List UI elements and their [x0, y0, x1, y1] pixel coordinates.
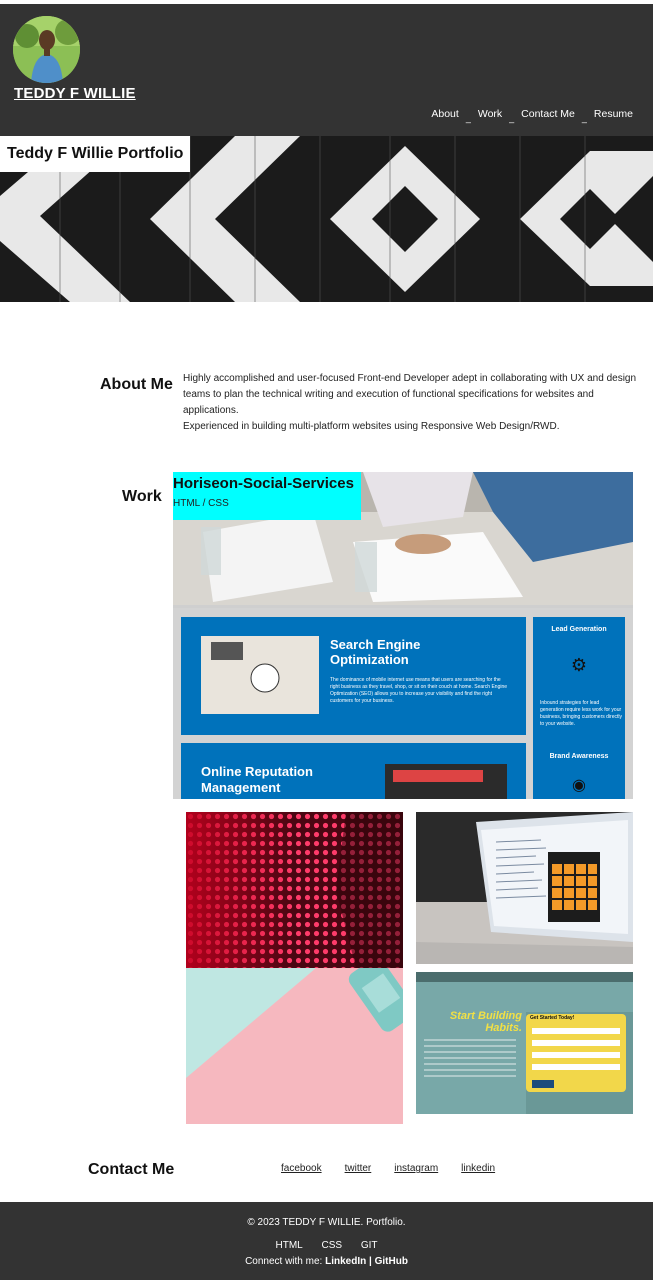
- work-heading: Work: [122, 488, 162, 505]
- work-tile-laptop[interactable]: [416, 812, 633, 964]
- hero-title: Teddy F Willie Portfolio: [0, 136, 191, 172]
- site-footer: © 2023 TEDDY F WILLIE. Portfolio. HTML C…: [0, 1202, 653, 1280]
- work-tile-red-led[interactable]: [186, 812, 403, 968]
- facebook-link[interactable]: facebook: [281, 1163, 322, 1174]
- about-paragraph: Highly accomplished and user-focused Fro…: [183, 373, 637, 416]
- avatar: [13, 16, 80, 83]
- footer-copyright: © 2023 TEDDY F WILLIE. Portfolio.: [247, 1217, 406, 1228]
- lead-title: Lead Generation: [551, 626, 607, 633]
- contact-links: facebook twitter instagram linkedin: [281, 1163, 518, 1174]
- lead-body: Inbound strategies for lead generation r…: [540, 700, 622, 727]
- habit-card-title: Get Started Today!: [530, 1015, 575, 1021]
- twitter-link[interactable]: twitter: [345, 1163, 372, 1174]
- nav-separator: _: [581, 113, 587, 123]
- contact-heading: Contact Me: [88, 1161, 175, 1178]
- work-tile-habit-app[interactable]: Start Building Habits. Get Started Today…: [416, 972, 633, 1114]
- nav-resume[interactable]: Resume: [594, 108, 633, 120]
- nav-about[interactable]: About: [431, 108, 458, 120]
- nav-work[interactable]: Work: [478, 108, 502, 120]
- footer-link-css[interactable]: CSS: [322, 1240, 343, 1251]
- lead-icon: ⚙: [570, 655, 588, 675]
- nav-separator: _: [509, 113, 515, 123]
- habit-headline: Start Building Habits.: [449, 1010, 522, 1034]
- about-heading: About Me: [100, 376, 173, 393]
- nav-separator: _: [465, 113, 471, 123]
- work-tile-pink-desk[interactable]: [186, 968, 403, 1124]
- footer-link-html[interactable]: HTML: [275, 1240, 302, 1251]
- reputation-title: Online Reputation Management: [201, 764, 313, 795]
- brand-icon: ◉: [572, 777, 586, 794]
- footer-connect-prefix: Connect with me:: [245, 1256, 323, 1267]
- site-header: TEDDY F WILLIE About _ Work _ Contact Me…: [0, 4, 653, 136]
- work-feature-title: Horiseon-Social-Services: [173, 475, 354, 492]
- seo-title: Search Engine Optimization: [330, 637, 421, 667]
- instagram-link[interactable]: instagram: [394, 1163, 438, 1174]
- work-feature-label[interactable]: Horiseon-Social-Services HTML / CSS: [173, 472, 361, 520]
- brand-name[interactable]: TEDDY F WILLIE: [14, 85, 136, 102]
- footer-links: HTML CSS GIT: [0, 1240, 653, 1251]
- nav-contact[interactable]: Contact Me: [521, 108, 575, 120]
- work-feature-card[interactable]: Search Engine Optimization The dominance…: [173, 472, 633, 799]
- footer-link-git[interactable]: GIT: [361, 1240, 378, 1251]
- brand-title: Brand Awareness: [549, 753, 609, 760]
- about-paragraph: Experienced in building multi-platform w…: [183, 421, 560, 432]
- footer-linkedin-link[interactable]: LinkedIn: [325, 1256, 366, 1267]
- main-nav: About _ Work _ Contact Me _ Resume: [431, 108, 633, 123]
- work-feature-subtitle: HTML / CSS: [173, 498, 229, 509]
- linkedin-link[interactable]: linkedin: [461, 1163, 495, 1174]
- footer-connect: Connect with me: LinkedIn | GitHub: [0, 1256, 653, 1267]
- about-text: Highly accomplished and user-focused Fro…: [183, 371, 651, 435]
- footer-divider: |: [369, 1256, 372, 1267]
- seo-body: The dominance of mobile internet use mea…: [330, 677, 508, 704]
- footer-github-link[interactable]: GitHub: [375, 1256, 408, 1267]
